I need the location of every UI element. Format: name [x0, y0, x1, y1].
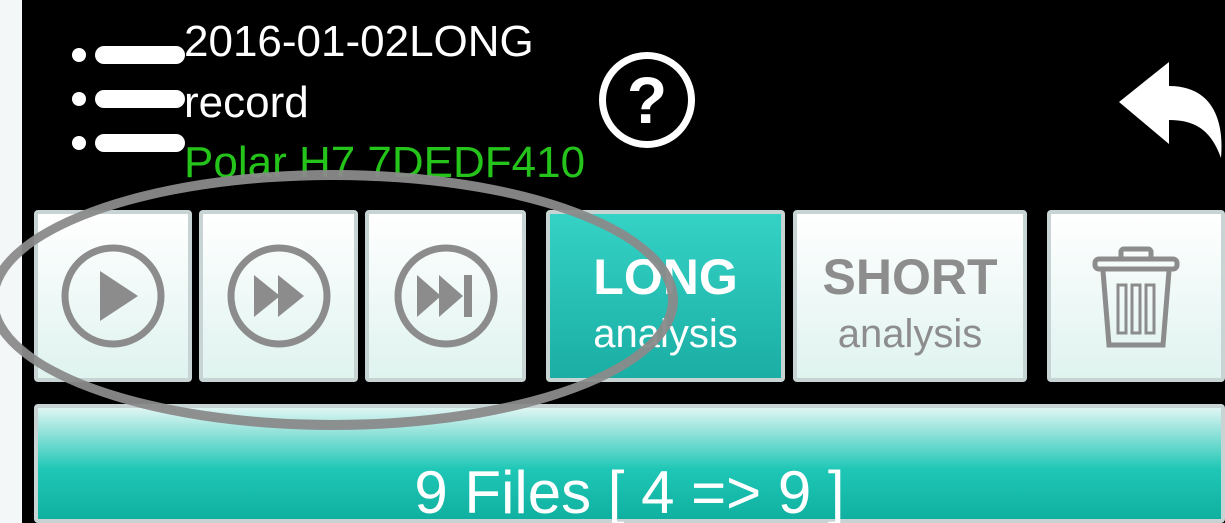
question-mark-icon[interactable]: ?: [599, 52, 695, 148]
left-margin: [0, 0, 22, 523]
long-analysis-button[interactable]: LONG analysis: [546, 210, 785, 382]
files-label: 9 Files [ 4 => 9 ]: [414, 459, 845, 523]
fast-forward-icon: [227, 244, 330, 348]
play-icon: [61, 244, 165, 348]
device-name: Polar H7 7DEDF410: [184, 138, 586, 187]
skip-next-icon: [394, 244, 497, 348]
short-subtitle: analysis: [837, 312, 983, 356]
skip-next-button[interactable]: [365, 210, 526, 382]
menu-dot: [72, 136, 86, 150]
long-subtitle: analysis: [593, 312, 738, 356]
menu-row: [64, 46, 185, 64]
delete-button[interactable]: [1047, 210, 1225, 382]
menu-bar: [95, 90, 185, 108]
record-title: 2016-01-02LONG: [184, 17, 534, 66]
long-title: LONG: [593, 249, 738, 305]
trash-icon: [1092, 246, 1180, 348]
short-title: SHORT: [822, 249, 998, 305]
app-frame: 2016-01-02LONG record Polar H7 7DEDF410 …: [0, 0, 1225, 523]
help-symbol: ?: [626, 63, 668, 137]
files-button[interactable]: 9 Files [ 4 => 9 ]: [34, 404, 1225, 523]
short-analysis-button[interactable]: SHORT analysis: [793, 210, 1027, 382]
record-subtitle: record: [184, 78, 309, 127]
menu-bar: [95, 134, 185, 152]
app-screen: 2016-01-02LONG record Polar H7 7DEDF410 …: [22, 0, 1225, 523]
menu-list-icon[interactable]: [64, 46, 185, 154]
menu-dot: [72, 48, 86, 62]
menu-row: [64, 134, 185, 152]
menu-bar: [95, 46, 185, 64]
menu-dot: [72, 92, 86, 106]
back-arrow-icon[interactable]: [1117, 62, 1225, 162]
play-button[interactable]: [34, 210, 192, 382]
fast-forward-button[interactable]: [199, 210, 358, 382]
menu-row: [64, 90, 185, 108]
